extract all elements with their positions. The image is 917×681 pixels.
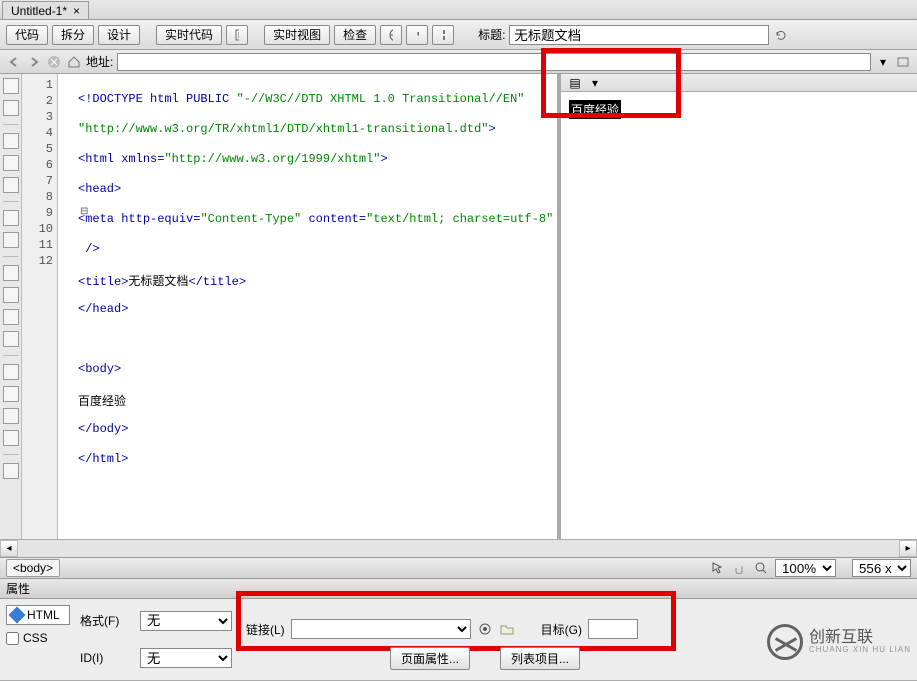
- live-code-button[interactable]: 实时代码: [156, 25, 222, 45]
- gutter-tool-9[interactable]: [3, 287, 19, 303]
- gutter-tool-7[interactable]: [3, 232, 19, 248]
- live-view-button[interactable]: 实时视图: [264, 25, 330, 45]
- scroll-left-icon[interactable]: ◂: [0, 540, 18, 557]
- preview-selected-text[interactable]: 百度经验: [569, 100, 621, 119]
- tab-strip: Untitled-1* ×: [0, 0, 917, 20]
- watermark-logo-icon: [767, 624, 803, 660]
- stop-icon[interactable]: [46, 54, 62, 70]
- back-icon[interactable]: [6, 54, 22, 70]
- document-tab[interactable]: Untitled-1* ×: [2, 1, 89, 19]
- reload-title-icon[interactable]: [773, 27, 789, 43]
- browse-folder-icon[interactable]: [499, 621, 515, 637]
- main-area: 123 456 789 101112 ⊟ <!DOCTYPE html PUBL…: [0, 74, 917, 539]
- close-icon[interactable]: ×: [73, 4, 80, 18]
- css-mode-checkbox[interactable]: CSS: [6, 631, 70, 645]
- fold-icon[interactable]: ⊟: [80, 206, 90, 217]
- preview-menu-icon[interactable]: ▤: [567, 75, 583, 91]
- code-editor[interactable]: 123 456 789 101112 ⊟ <!DOCTYPE html PUBL…: [22, 74, 557, 539]
- title-input[interactable]: [509, 25, 769, 45]
- link-target-icon[interactable]: [477, 621, 493, 637]
- gutter-tool-12[interactable]: [3, 364, 19, 380]
- address-label: 地址:: [86, 53, 113, 70]
- gutter-tool-3[interactable]: [3, 133, 19, 149]
- forward-icon[interactable]: [26, 54, 42, 70]
- refresh-icon[interactable]: [406, 25, 428, 45]
- split-button[interactable]: 拆分: [52, 25, 94, 45]
- address-nav-icon[interactable]: [895, 54, 911, 70]
- gutter-tool-16[interactable]: [3, 463, 19, 479]
- live-code-options-icon[interactable]: [226, 25, 248, 45]
- pointer-icon[interactable]: [709, 560, 725, 576]
- page-properties-button[interactable]: 页面属性...: [390, 647, 470, 670]
- preview-body[interactable]: 百度经验: [561, 92, 917, 127]
- home-icon[interactable]: [66, 54, 82, 70]
- address-dropdown-icon[interactable]: ▾: [875, 54, 891, 70]
- gutter-tool-15[interactable]: [3, 430, 19, 446]
- tab-label: Untitled-1*: [11, 4, 67, 18]
- gutter-tool-2[interactable]: [3, 100, 19, 116]
- preview-dropdown-icon[interactable]: ▾: [587, 75, 603, 91]
- list-item-button[interactable]: 列表项目...: [500, 647, 580, 670]
- target-label: 目标(G): [541, 621, 582, 638]
- zoom-select[interactable]: 100%: [775, 559, 836, 577]
- link-select[interactable]: [291, 619, 471, 639]
- gutter-tool-10[interactable]: [3, 309, 19, 325]
- left-gutter: [0, 74, 22, 539]
- title-label: 标题:: [478, 26, 505, 43]
- format-label: 格式(F): [80, 612, 136, 629]
- gutter-tool-6[interactable]: [3, 210, 19, 226]
- zoom-icon[interactable]: [753, 560, 769, 576]
- preview-toolbar: ▤ ▾: [561, 74, 917, 92]
- dimensions-select[interactable]: 556 x: [852, 559, 911, 577]
- html-mode-button[interactable]: HTML: [6, 605, 70, 625]
- id-select[interactable]: 无: [140, 648, 232, 668]
- properties-header-label: 属性: [6, 580, 30, 597]
- html-diamond-icon: [9, 607, 26, 624]
- address-bar: 地址: ▾: [0, 50, 917, 74]
- link-label: 链接(L): [246, 621, 285, 638]
- watermark: 创新互联 CHUANG XIN HU LIAN: [767, 624, 911, 660]
- code-text[interactable]: <!DOCTYPE html PUBLIC "-//W3C//DTD XHTML…: [58, 74, 557, 539]
- preview-pane: ▤ ▾ 百度经验: [557, 74, 917, 539]
- gutter-tool-1[interactable]: [3, 78, 19, 94]
- id-label: ID(I): [80, 651, 136, 665]
- main-toolbar: 代码 拆分 设计 实时代码 实时视图 检查 标题:: [0, 20, 917, 50]
- gutter-tool-5[interactable]: [3, 177, 19, 193]
- line-number-gutter: 123 456 789 101112: [22, 74, 58, 539]
- scroll-right-icon[interactable]: ▸: [899, 540, 917, 557]
- address-input[interactable]: [117, 53, 871, 71]
- status-bar: <body> 100% 556 x: [0, 557, 917, 579]
- inspect-button[interactable]: 检查: [334, 25, 376, 45]
- code-button[interactable]: 代码: [6, 25, 48, 45]
- gutter-tool-4[interactable]: [3, 155, 19, 171]
- properties-header[interactable]: 属性: [0, 579, 917, 599]
- format-select[interactable]: 无: [140, 611, 232, 631]
- design-button[interactable]: 设计: [98, 25, 140, 45]
- globe-icon[interactable]: [380, 25, 402, 45]
- target-input[interactable]: [588, 619, 638, 639]
- hand-icon[interactable]: [731, 560, 747, 576]
- gutter-tool-8[interactable]: [3, 265, 19, 281]
- horizontal-scrollbar[interactable]: ◂ ▸: [0, 539, 917, 557]
- grid-icon[interactable]: [432, 25, 454, 45]
- tag-selector-body[interactable]: <body>: [6, 559, 60, 577]
- gutter-tool-13[interactable]: [3, 386, 19, 402]
- gutter-tool-14[interactable]: [3, 408, 19, 424]
- gutter-tool-11[interactable]: [3, 331, 19, 347]
